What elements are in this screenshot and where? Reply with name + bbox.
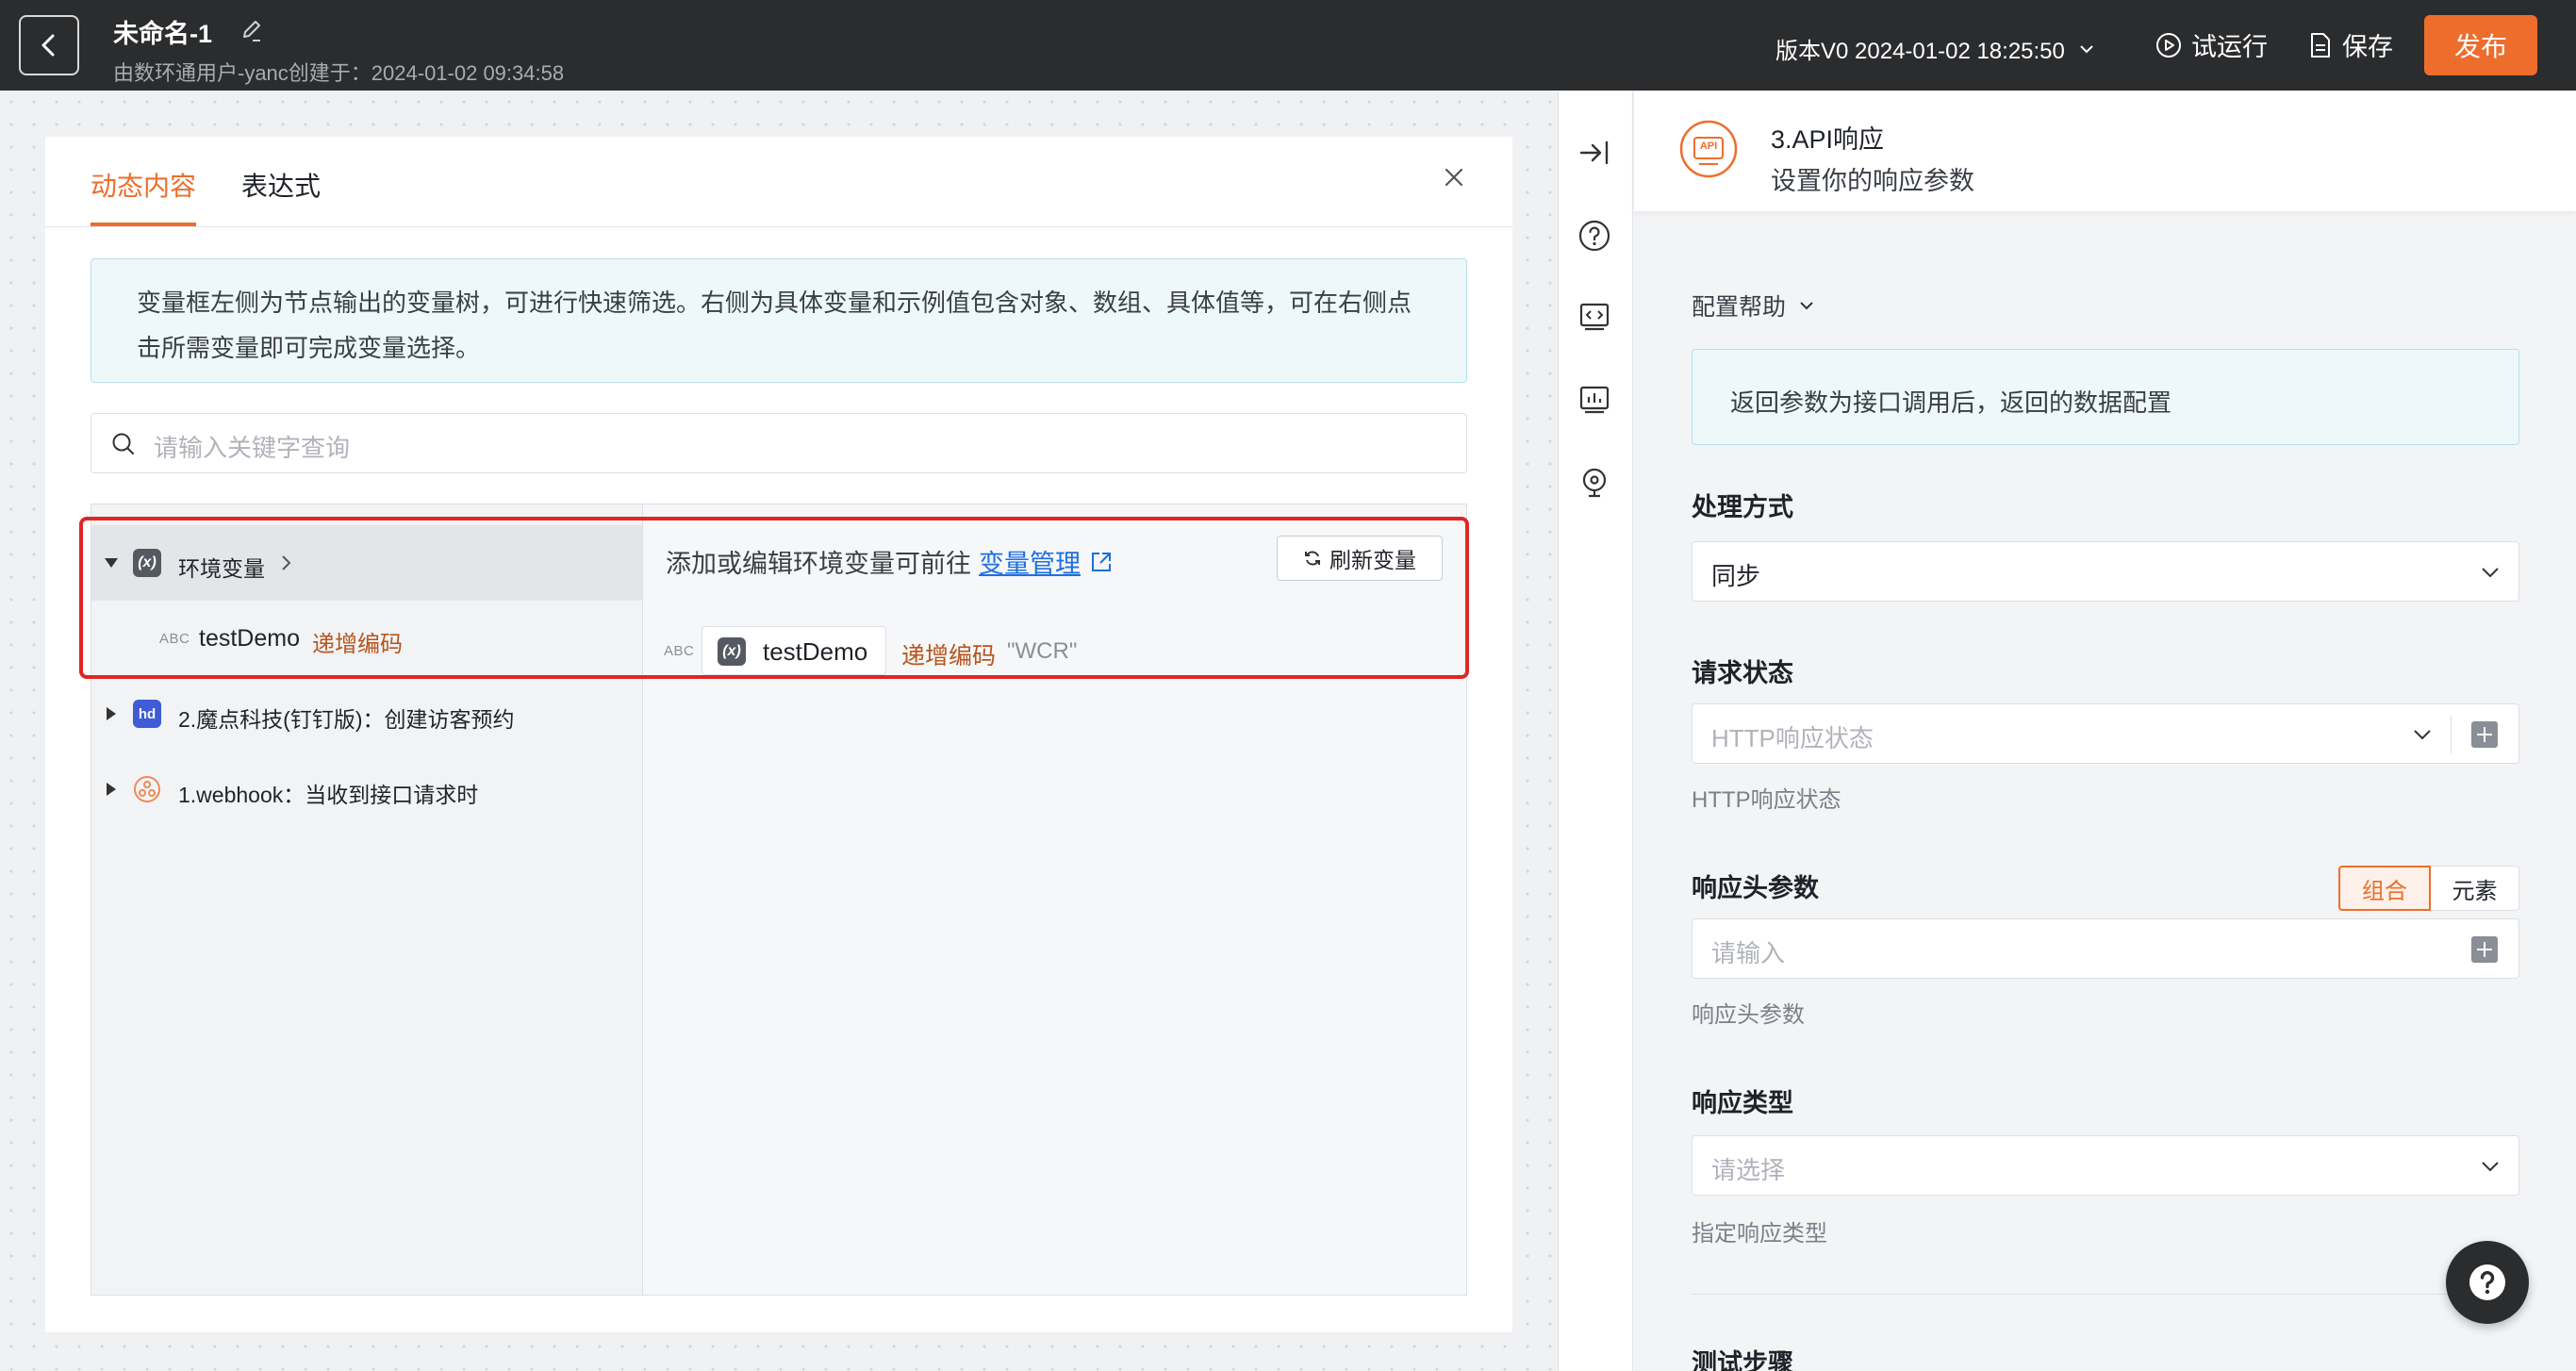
info-notice: 变量框左侧为节点输出的变量树，可进行快速筛选。右侧为具体变量和示例值包含对象、数… — [91, 258, 1467, 383]
chevron-left-icon — [41, 34, 55, 57]
document-icon — [2311, 32, 2330, 58]
chevron-down-icon — [1800, 302, 1813, 310]
node1-label: 1.webhook：当收到接口请求时 — [178, 783, 479, 807]
tab-expression[interactable]: 表达式 — [241, 166, 321, 204]
highlight-box — [79, 517, 1469, 679]
search-input[interactable]: 请输入关键字查询 — [91, 413, 1467, 473]
process-value: 同步 — [1711, 562, 1761, 590]
search-icon — [112, 433, 134, 454]
type-placeholder: 请选择 — [1711, 1156, 1786, 1184]
chevron-down-icon — [2482, 568, 2499, 578]
type-help: 指定响应类型 — [1692, 1221, 1827, 1247]
config-help-toggle[interactable]: 配置帮助 — [1692, 289, 1816, 322]
close-icon[interactable] — [1441, 164, 1467, 190]
config-help-label: 配置帮助 — [1692, 294, 1787, 321]
chevron-down-icon — [2482, 1162, 2499, 1172]
chevron-down-icon — [2414, 730, 2431, 740]
caret-right-icon — [107, 707, 116, 720]
add-variable-icon[interactable] — [2471, 936, 2498, 963]
headers-input[interactable]: 请输入 — [1692, 918, 2519, 979]
collapse-panel-icon[interactable] — [1577, 136, 1611, 170]
process-label: 处理方式 — [1692, 493, 1793, 521]
process-select[interactable]: 同步 — [1692, 541, 2519, 602]
help-circle-icon — [2469, 1264, 2505, 1300]
tree-node-modian[interactable]: hd 2.魔点科技(钉钉版)：创建访客预约 — [91, 676, 642, 752]
app-title: 未命名-1 — [113, 20, 213, 48]
node2-label: 2.魔点科技(钉钉版)：创建访客预约 — [178, 707, 515, 732]
save-label: 保存 — [2342, 33, 2393, 61]
headers-label: 响应头参数 — [1692, 874, 1819, 902]
return-info-notice: 返回参数为接口调用后，返回的数据配置 — [1692, 349, 2519, 445]
search-placeholder: 请输入关键字查询 — [154, 434, 351, 462]
app-subtitle: 由数环通用户-yanc创建于：2024-01-02 09:34:58 — [113, 61, 565, 85]
play-circle-icon — [2156, 32, 2181, 58]
help-circle-icon[interactable] — [1577, 219, 1611, 253]
save-button[interactable]: 保存 — [2308, 26, 2393, 63]
webhook-icon — [134, 776, 160, 802]
seg-element[interactable]: 元素 — [2431, 866, 2519, 911]
type-select[interactable]: 请选择 — [1692, 1135, 2519, 1196]
location-pin-icon[interactable] — [1577, 466, 1611, 500]
code-panel-icon[interactable] — [1577, 300, 1611, 334]
status-help: HTTP响应状态 — [1692, 787, 1841, 813]
tab-divider — [45, 226, 1512, 227]
tree-node-webhook[interactable]: 1.webhook：当收到接口请求时 — [91, 752, 642, 827]
publish-button[interactable]: 发布 — [2424, 15, 2537, 75]
api-icon: API — [1678, 119, 1739, 179]
status-select[interactable]: HTTP响应状态 — [1692, 703, 2519, 764]
node-subtitle: 设置你的响应参数 — [1771, 167, 1974, 195]
chevron-down-icon — [2080, 44, 2093, 53]
headers-placeholder: 请输入 — [1711, 939, 1786, 967]
edit-icon[interactable] — [239, 18, 264, 42]
node-title: 3.API响应 — [1771, 125, 1885, 154]
help-fab-button[interactable] — [2446, 1241, 2529, 1324]
caret-right-icon — [107, 783, 116, 796]
side-toolbar — [1558, 91, 1633, 1371]
section-divider — [1692, 1294, 2519, 1295]
type-label: 响应类型 — [1692, 1089, 1793, 1117]
status-placeholder: HTTP响应状态 — [1711, 724, 1874, 752]
add-variable-icon[interactable] — [2471, 721, 2498, 748]
field-divider — [2451, 716, 2452, 753]
headers-help: 响应头参数 — [1692, 1002, 1805, 1028]
trial-run-label: 试运行 — [2191, 33, 2268, 61]
seg-combined[interactable]: 组合 — [2338, 866, 2431, 911]
tab-dynamic-content[interactable]: 动态内容 — [91, 166, 196, 204]
trial-run-button[interactable]: 试运行 — [2155, 26, 2268, 63]
version-label: 版本V0 2024-01-02 18:25:50 — [1775, 39, 2065, 64]
api-badge-text: API — [1699, 140, 1718, 152]
back-button[interactable] — [19, 15, 79, 75]
status-label: 请求状态 — [1692, 659, 1793, 687]
modian-logo-icon: hd — [133, 700, 161, 728]
version-selector[interactable]: 版本V0 2024-01-02 18:25:50 — [1775, 32, 2095, 65]
monitor-chart-icon[interactable] — [1577, 383, 1611, 417]
next-section-label: 测试步骤 — [1692, 1349, 1793, 1371]
